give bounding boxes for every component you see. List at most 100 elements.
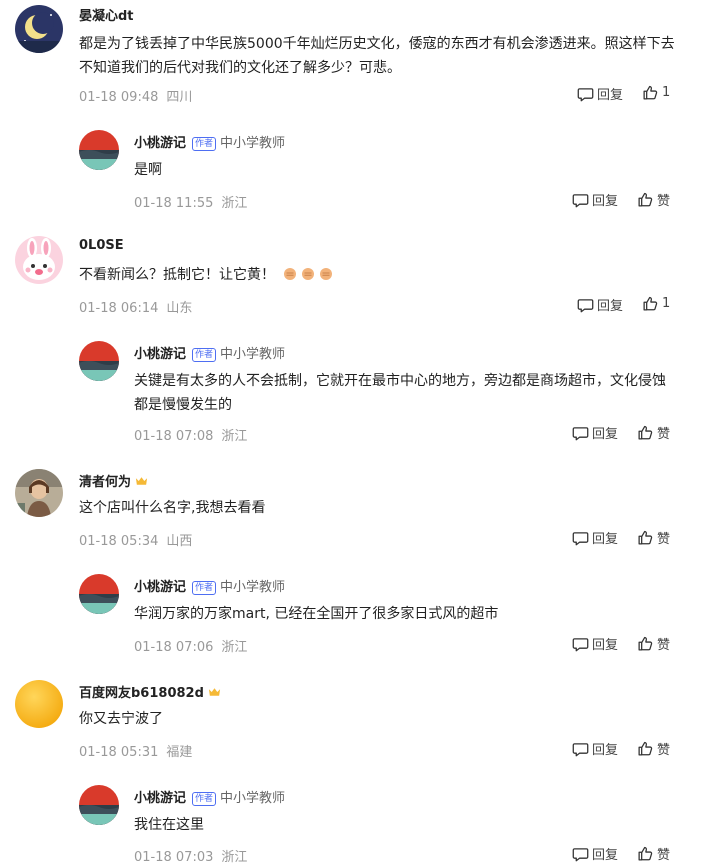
comment-username-text: 百度网友b618082d — [79, 686, 204, 701]
like-label: 1 — [662, 85, 671, 100]
thumbs-up-icon — [637, 845, 654, 862]
reply-meta: 01-18 07:08 浙江 — [134, 425, 247, 444]
like-button[interactable]: 赞 — [637, 528, 670, 547]
comment-text: 你又去宁波了 — [79, 711, 163, 727]
reply-label: 回复 — [597, 88, 624, 103]
reply-username[interactable]: 小桃游记 作者 中小学教师 — [134, 576, 285, 595]
comment-item: 百度网友b618082d 你又去宁波了 01-18 05:31 福建 回复 赞 小… — [0, 673, 708, 865]
sunset-avatar-icon — [79, 574, 119, 614]
crown-icon — [135, 476, 148, 486]
fist-emoji-icon — [319, 267, 333, 281]
author-title: 中小学教师 — [220, 791, 286, 806]
author-avatar[interactable] — [79, 130, 119, 170]
comment-item: 0L0SE 不看新闻么？抵制它！让它黄！ 01-18 06:14 山东 回复 1 … — [0, 230, 708, 460]
reply-button[interactable]: 回复 — [572, 190, 618, 209]
reply-label: 回复 — [592, 638, 619, 653]
comment-bubble-icon — [577, 85, 594, 102]
sunset-avatar-icon — [79, 130, 119, 170]
comment-username-text: 清者何为 — [79, 475, 132, 490]
reply-label: 回复 — [592, 532, 619, 547]
like-button[interactable]: 赞 — [637, 423, 670, 442]
reply-button[interactable]: 回复 — [577, 295, 623, 314]
reply-time: 01-18 07:03 — [134, 850, 214, 865]
comment-bubble-icon — [572, 845, 589, 862]
reply-button[interactable]: 回复 — [572, 423, 618, 442]
comment-time: 01-18 05:34 — [79, 534, 159, 549]
reply-label: 回复 — [592, 427, 619, 442]
reply-time: 01-18 07:08 — [134, 429, 214, 444]
comment-item: 晏凝心dt 都是为了钱丢掉了中华民族5000千年灿烂历史文化，倭寇的东西才有机会… — [0, 0, 708, 228]
comment-feed: 晏凝心dt 都是为了钱丢掉了中华民族5000千年灿烂历史文化，倭寇的东西才有机会… — [0, 0, 708, 865]
thumbs-up-icon — [637, 740, 654, 757]
comment-meta: 01-18 09:48 四川 — [79, 86, 192, 105]
comment-username[interactable]: 晏凝心dt — [79, 5, 134, 24]
reply-label: 回复 — [597, 299, 624, 314]
reply-button[interactable]: 回复 — [577, 84, 623, 103]
like-button[interactable]: 1 — [642, 84, 670, 101]
comment-bubble-icon — [572, 191, 589, 208]
like-label: 赞 — [657, 743, 671, 758]
reply-label: 回复 — [592, 848, 619, 863]
comment-bubble-icon — [577, 296, 594, 313]
portrait-avatar-icon — [15, 469, 63, 517]
author-title: 中小学教师 — [220, 136, 286, 151]
reply-username-text: 小桃游记 — [134, 136, 187, 151]
comment-time: 01-18 09:48 — [79, 90, 159, 105]
like-label: 赞 — [657, 532, 671, 547]
like-button[interactable]: 赞 — [637, 739, 670, 758]
author-badge: 作者 — [192, 792, 217, 806]
like-label: 1 — [662, 296, 671, 311]
author-avatar[interactable] — [79, 574, 119, 614]
reply-username[interactable]: 小桃游记 作者 中小学教师 — [134, 343, 285, 362]
comment-location: 山西 — [166, 534, 193, 549]
fist-emoji-icon — [301, 267, 315, 281]
reply-time: 01-18 11:55 — [134, 196, 214, 211]
thumbs-up-icon — [637, 424, 654, 441]
comment-text: 这个店叫什么名字,我想去看看 — [79, 500, 266, 516]
reply-button[interactable]: 回复 — [572, 634, 618, 653]
reply-time: 01-18 07:06 — [134, 640, 214, 655]
user-avatar[interactable] — [15, 5, 63, 53]
user-avatar[interactable] — [15, 469, 63, 517]
comment-text: 不看新闻么？抵制它！让它黄！ — [79, 267, 275, 283]
author-avatar[interactable] — [79, 341, 119, 381]
comment-location: 福建 — [166, 745, 193, 760]
reply-meta: 01-18 07:03 浙江 — [134, 846, 247, 865]
author-badge: 作者 — [192, 581, 217, 595]
comment-username[interactable]: 百度网友b618082d — [79, 682, 221, 701]
reply-button[interactable]: 回复 — [572, 739, 618, 758]
like-button[interactable]: 1 — [642, 295, 670, 312]
like-button[interactable]: 赞 — [637, 634, 670, 653]
author-avatar[interactable] — [79, 785, 119, 825]
reply-button[interactable]: 回复 — [572, 844, 618, 863]
sunset-avatar-icon — [79, 341, 119, 381]
comment-text-row: 不看新闻么？抵制它！让它黄！ — [79, 263, 679, 287]
reply-button[interactable]: 回复 — [572, 528, 618, 547]
user-avatar[interactable] — [15, 680, 63, 728]
thumbs-up-icon — [637, 635, 654, 652]
like-button[interactable]: 赞 — [637, 190, 670, 209]
thumbs-up-icon — [637, 191, 654, 208]
comment-location: 山东 — [166, 301, 193, 316]
bunny-avatar-icon — [15, 236, 63, 284]
author-title: 中小学教师 — [220, 580, 286, 595]
comment-bubble-icon — [572, 740, 589, 757]
comment-username[interactable]: 0L0SE — [79, 238, 124, 253]
comment-time: 01-18 06:14 — [79, 301, 159, 316]
fist-emoji-icon — [283, 267, 297, 281]
author-badge: 作者 — [192, 348, 217, 362]
reply-meta: 01-18 07:06 浙江 — [134, 636, 247, 655]
like-button[interactable]: 赞 — [637, 844, 670, 863]
author-title: 中小学教师 — [220, 347, 286, 362]
like-label: 赞 — [657, 427, 671, 442]
crown-icon — [208, 687, 221, 697]
reply-location: 浙江 — [221, 196, 248, 211]
comment-bubble-icon — [572, 424, 589, 441]
comment-username[interactable]: 清者何为 — [79, 471, 148, 490]
user-avatar[interactable] — [15, 236, 63, 284]
comment-bubble-icon — [572, 635, 589, 652]
thumbs-up-icon — [642, 295, 659, 312]
reply-username[interactable]: 小桃游记 作者 中小学教师 — [134, 787, 285, 806]
reply-username[interactable]: 小桃游记 作者 中小学教师 — [134, 132, 285, 151]
reply-location: 浙江 — [221, 640, 248, 655]
